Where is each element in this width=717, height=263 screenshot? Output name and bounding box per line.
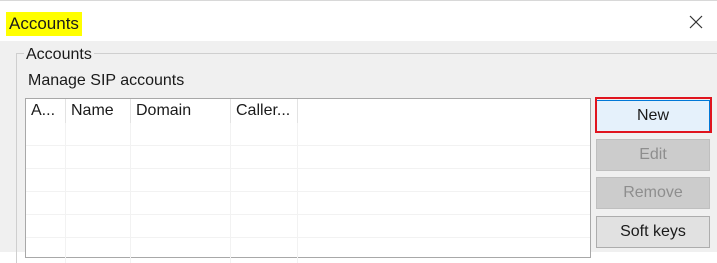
accounts-list-header: A... Name Domain Caller...: [26, 99, 590, 123]
accounts-list[interactable]: A... Name Domain Caller...: [25, 98, 591, 263]
window-title: Accounts: [6, 12, 82, 36]
groupbox-legend: Accounts: [24, 45, 94, 65]
column-header-a[interactable]: A...: [26, 99, 65, 123]
soft-keys-button[interactable]: Soft keys: [596, 216, 710, 248]
column-header-domain[interactable]: Domain: [131, 99, 230, 123]
new-button[interactable]: New: [596, 100, 710, 132]
accounts-window: Accounts Accounts Manage SIP accounts A.…: [0, 0, 717, 263]
table-row: [26, 192, 590, 215]
column-header-name[interactable]: Name: [66, 99, 130, 123]
table-row: [26, 215, 590, 238]
close-icon: [689, 15, 703, 29]
manage-sip-accounts-label: Manage SIP accounts: [28, 72, 185, 89]
remove-button[interactable]: Remove: [596, 177, 710, 209]
table-row: [26, 169, 590, 192]
close-button[interactable]: [685, 11, 707, 33]
column-header-caller[interactable]: Caller...: [231, 99, 297, 123]
table-row: [26, 123, 590, 146]
table-row: [26, 146, 590, 169]
edit-button[interactable]: Edit: [596, 139, 710, 171]
column-divider[interactable]: [297, 99, 298, 123]
title-bar: Accounts: [0, 1, 717, 41]
